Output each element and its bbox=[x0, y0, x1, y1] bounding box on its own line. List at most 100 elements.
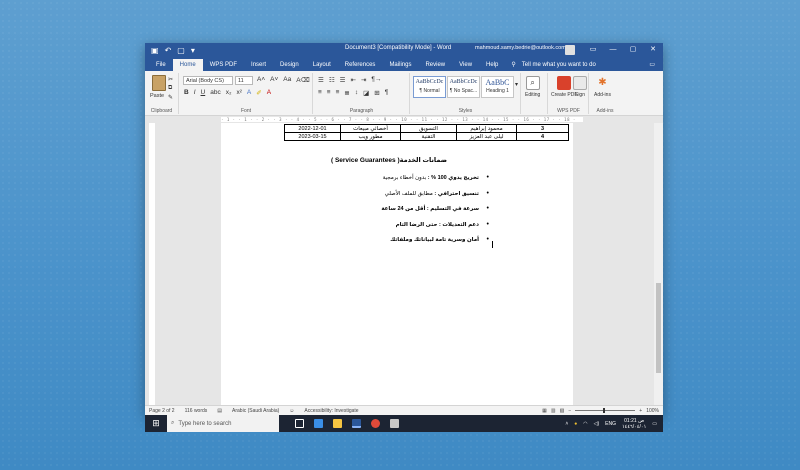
font-size-box[interactable]: 11 bbox=[235, 76, 253, 85]
avatar[interactable] bbox=[565, 45, 575, 55]
zoom-slider-handle[interactable] bbox=[603, 408, 606, 413]
user-email[interactable]: mahmoud.samy.bedrie@outlook.com bbox=[475, 45, 566, 51]
table-cell[interactable]: 2023-03-15 bbox=[284, 132, 341, 141]
multilevel-icon[interactable]: ☰ bbox=[340, 76, 346, 84]
web-layout-icon[interactable]: ▧ bbox=[560, 408, 565, 414]
accessibility-status[interactable]: Accessibility: Investigate bbox=[304, 408, 358, 414]
minimize-button[interactable]: — bbox=[603, 43, 623, 57]
align-right-icon[interactable]: ≡ bbox=[336, 89, 340, 97]
table-cell[interactable]: محمود إبراهيم bbox=[456, 124, 517, 133]
edge-icon[interactable] bbox=[314, 419, 323, 428]
tab-review[interactable]: Review bbox=[418, 59, 452, 71]
tab-insert[interactable]: Insert bbox=[244, 59, 273, 71]
superscript-icon[interactable]: x² bbox=[236, 89, 241, 97]
volume-icon[interactable]: ◁) bbox=[594, 421, 600, 427]
maximize-button[interactable]: ▢ bbox=[623, 43, 643, 57]
ribbon-display-icon[interactable]: ▭ bbox=[583, 43, 603, 57]
photos-icon[interactable] bbox=[390, 419, 399, 428]
employee-table[interactable]: 2022-12-01 أخصائي مبيعات التسويق محمود إ… bbox=[284, 124, 569, 141]
copy-icon[interactable]: ⧉ bbox=[168, 85, 172, 92]
italic-icon[interactable]: I bbox=[194, 89, 196, 97]
file-explorer-icon[interactable] bbox=[333, 419, 342, 428]
tab-wps-pdf[interactable]: WPS PDF bbox=[203, 59, 244, 71]
shrink-font-icon[interactable]: A˅ bbox=[270, 76, 278, 84]
justify-icon[interactable]: ≣ bbox=[344, 89, 349, 97]
format-painter-icon[interactable]: ✎ bbox=[168, 94, 173, 101]
table-cell[interactable]: أخصائي مبيعات bbox=[340, 124, 401, 133]
increase-indent-icon[interactable]: ⇥ bbox=[361, 76, 366, 84]
underline-icon[interactable]: U bbox=[201, 89, 206, 97]
accessibility-icon[interactable]: ☺ bbox=[289, 408, 294, 414]
input-lang[interactable]: ENG bbox=[605, 421, 616, 427]
highlight-icon[interactable]: ✐ bbox=[256, 89, 261, 97]
tab-help[interactable]: Help bbox=[479, 59, 505, 71]
zoom-in-icon[interactable]: + bbox=[639, 408, 642, 414]
font-color-icon[interactable]: A bbox=[267, 89, 271, 97]
shading-icon[interactable]: ◪ bbox=[363, 89, 369, 97]
paste-button[interactable]: Paste bbox=[150, 93, 164, 99]
text-effects-icon[interactable]: A bbox=[247, 89, 251, 97]
lightbulb-icon[interactable]: ⚲ bbox=[511, 59, 515, 71]
line-spacing-icon[interactable]: ↕ bbox=[355, 89, 358, 97]
tab-view[interactable]: View bbox=[452, 59, 479, 71]
editing-button[interactable]: ⌕ Editing bbox=[525, 76, 540, 98]
style-heading-1[interactable]: AaBbC Heading 1 bbox=[481, 76, 514, 98]
addins-button[interactable]: ✱ Add-ins bbox=[594, 76, 611, 98]
strikethrough-icon[interactable]: abc bbox=[210, 89, 220, 97]
clear-format-icon[interactable]: A⌫ bbox=[296, 76, 310, 84]
clock[interactable]: 01:21 ص ١٤٤٦/٠٤/٠١ bbox=[622, 418, 646, 430]
change-case-icon[interactable]: Aa bbox=[283, 76, 291, 84]
network-icon[interactable]: ◠ bbox=[583, 421, 587, 427]
chevron-up-icon[interactable]: ˄ bbox=[565, 421, 568, 427]
zoom-slider[interactable] bbox=[575, 408, 636, 413]
show-marks-icon[interactable]: ¶ bbox=[385, 89, 389, 97]
zoom-out-icon[interactable]: − bbox=[568, 408, 571, 414]
word-taskbar-icon[interactable] bbox=[352, 419, 361, 428]
borders-icon[interactable]: ⊞ bbox=[374, 89, 379, 97]
ruler-scale[interactable]: · 1 · · 1 · · 2 · · 3 · · 4 · · 5 · · 6 … bbox=[221, 117, 583, 122]
numbering-icon[interactable]: ☷ bbox=[329, 76, 335, 84]
undo-icon[interactable]: ↶ bbox=[165, 46, 172, 55]
zoom-level[interactable]: 100% bbox=[646, 408, 659, 414]
task-view-icon[interactable] bbox=[295, 419, 304, 428]
tab-file[interactable]: File bbox=[149, 59, 173, 71]
table-cell[interactable]: التسويق bbox=[400, 124, 457, 133]
style-no-spacing[interactable]: AaBbCcDc ¶ No Spac... bbox=[447, 76, 480, 98]
tab-design[interactable]: Design bbox=[273, 59, 306, 71]
word-count[interactable]: 116 words bbox=[185, 408, 208, 414]
styles-more-icon[interactable]: ▾ bbox=[515, 81, 518, 88]
sign-button[interactable]: Sign bbox=[573, 76, 587, 98]
table-cell[interactable]: 4 bbox=[516, 132, 569, 141]
tell-me-search[interactable]: Tell me what you want to do bbox=[522, 59, 596, 71]
tab-layout[interactable]: Layout bbox=[306, 59, 338, 71]
subscript-icon[interactable]: x₂ bbox=[226, 89, 232, 97]
scrollbar-thumb[interactable] bbox=[656, 283, 661, 373]
page-count[interactable]: Page 2 of 2 bbox=[149, 408, 175, 414]
taskbar-search[interactable]: ⌕ Type here to search bbox=[167, 415, 279, 432]
close-button[interactable]: ✕ bbox=[643, 43, 663, 57]
notifications-icon[interactable]: ▭ bbox=[652, 421, 657, 427]
save-icon[interactable]: ▣ bbox=[151, 46, 159, 55]
tab-home[interactable]: Home bbox=[172, 59, 203, 71]
print-layout-icon[interactable]: ▥ bbox=[551, 408, 556, 414]
bold-icon[interactable]: B bbox=[184, 89, 189, 97]
read-mode-icon[interactable]: ▦ bbox=[542, 408, 547, 414]
style-normal[interactable]: AaBbCcDc ¶ Normal bbox=[413, 76, 446, 98]
proofing-icon[interactable]: ▤ bbox=[217, 408, 222, 414]
notification-badge-icon[interactable]: ● bbox=[574, 421, 577, 427]
windows-start-icon[interactable]: ⊞ bbox=[145, 418, 167, 429]
decrease-indent-icon[interactable]: ⇤ bbox=[350, 76, 355, 84]
table-cell[interactable]: مطور ويب bbox=[340, 132, 401, 141]
language-status[interactable]: Arabic (Saudi Arabia) bbox=[232, 408, 279, 414]
grow-font-icon[interactable]: A˄ bbox=[257, 76, 265, 84]
table-cell[interactable]: 3 bbox=[516, 124, 569, 133]
chrome-icon[interactable] bbox=[371, 419, 380, 428]
new-doc-icon[interactable]: ▢ bbox=[177, 46, 185, 55]
font-name-box[interactable]: Arial (Body CS) bbox=[183, 76, 233, 85]
align-center-icon[interactable]: ≡ bbox=[327, 89, 331, 97]
vertical-scrollbar[interactable] bbox=[654, 123, 663, 405]
cut-icon[interactable]: ✂ bbox=[168, 76, 173, 83]
tab-mailings[interactable]: Mailings bbox=[382, 59, 418, 71]
table-cell[interactable]: التقنية bbox=[400, 132, 457, 141]
table-cell[interactable]: 2022-12-01 bbox=[284, 124, 341, 133]
